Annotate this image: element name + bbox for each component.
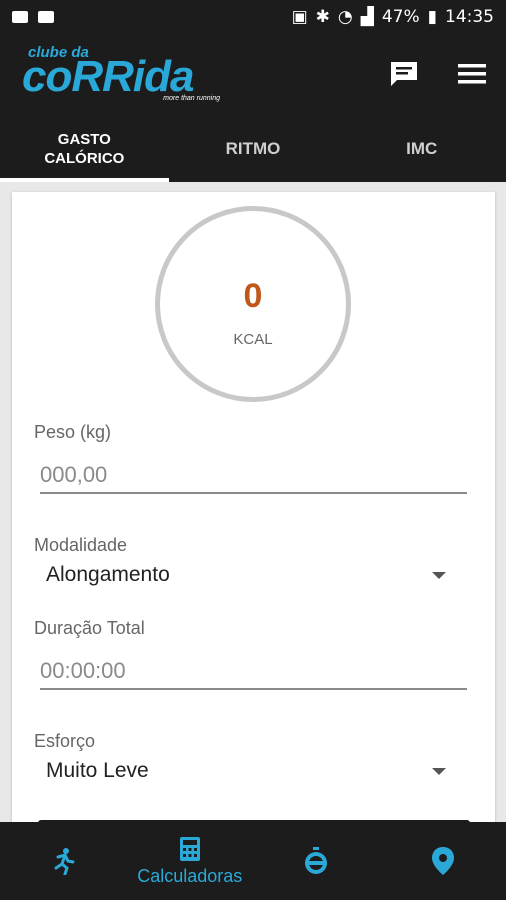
result-unit: KCAL: [233, 331, 273, 348]
result-ring: 0 KCAL: [155, 206, 351, 402]
menu-button[interactable]: [454, 56, 490, 92]
chat-button[interactable]: [386, 56, 422, 92]
nav-label: Calculadoras: [137, 865, 243, 886]
tab-label: IMC: [406, 139, 438, 158]
hamburger-icon: [458, 64, 486, 84]
esforco-value: Muito Leve: [46, 759, 149, 782]
calculator-icon: [179, 836, 200, 861]
dropdown-arrow-icon: [432, 571, 446, 579]
nav-running[interactable]: [0, 822, 127, 900]
tab-label: GASTO CALÓRICO: [44, 131, 125, 167]
bottom-nav: Calculadoras: [0, 822, 506, 900]
tab-gasto-calorico[interactable]: GASTO CALÓRICO: [0, 116, 169, 182]
duracao-input[interactable]: [40, 654, 467, 690]
modalidade-select[interactable]: Alongamento: [46, 558, 446, 592]
image-icon: [38, 11, 54, 23]
peso-label: Peso (kg): [34, 422, 112, 442]
duracao-label: Duração Total: [34, 618, 145, 638]
tab-ritmo[interactable]: RITMO: [169, 116, 338, 182]
tab-label: RITMO: [225, 139, 281, 158]
app-bar: clube da coRRida more than running: [0, 34, 506, 116]
battery-percent: 47%: [381, 7, 420, 27]
app-logo: clube da coRRida more than running: [22, 42, 232, 104]
nav-location[interactable]: [380, 822, 506, 900]
signal-icon: ▟: [360, 7, 374, 27]
runner-icon: [54, 848, 75, 875]
peso-input[interactable]: [40, 458, 467, 494]
nav-calculadoras[interactable]: Calculadoras: [127, 822, 254, 900]
clock: 14:35: [445, 7, 494, 27]
esforco-label: Esforço: [34, 731, 96, 751]
bluetooth-icon: ✱: [315, 7, 330, 27]
chat-icon: [391, 62, 417, 86]
calculator-card: 0 KCAL Peso (kg) Modalidade Alongamento …: [12, 192, 495, 832]
esforco-select[interactable]: Muito Leve: [46, 754, 446, 788]
status-bar: ▣ ✱ ◔ ▟ 47% ▮ 14:35: [0, 0, 506, 34]
nav-stopwatch[interactable]: [253, 822, 380, 900]
modalidade-label: Modalidade: [34, 535, 128, 555]
modalidade-value: Alongamento: [46, 563, 170, 586]
stopwatch-icon: [305, 847, 328, 874]
tab-imc[interactable]: IMC: [337, 116, 506, 182]
battery-icon: ▮: [427, 7, 437, 27]
wifi-icon: ◔: [337, 7, 353, 27]
map-pin-icon: [431, 847, 454, 875]
nfc-icon: ▣: [291, 7, 308, 27]
logo-tagline: more than running: [163, 95, 220, 102]
tab-bar: GASTO CALÓRICO RITMO IMC: [0, 116, 506, 182]
result-value: 0: [243, 277, 263, 315]
dropdown-arrow-icon: [432, 767, 446, 775]
video-icon: [12, 11, 28, 23]
